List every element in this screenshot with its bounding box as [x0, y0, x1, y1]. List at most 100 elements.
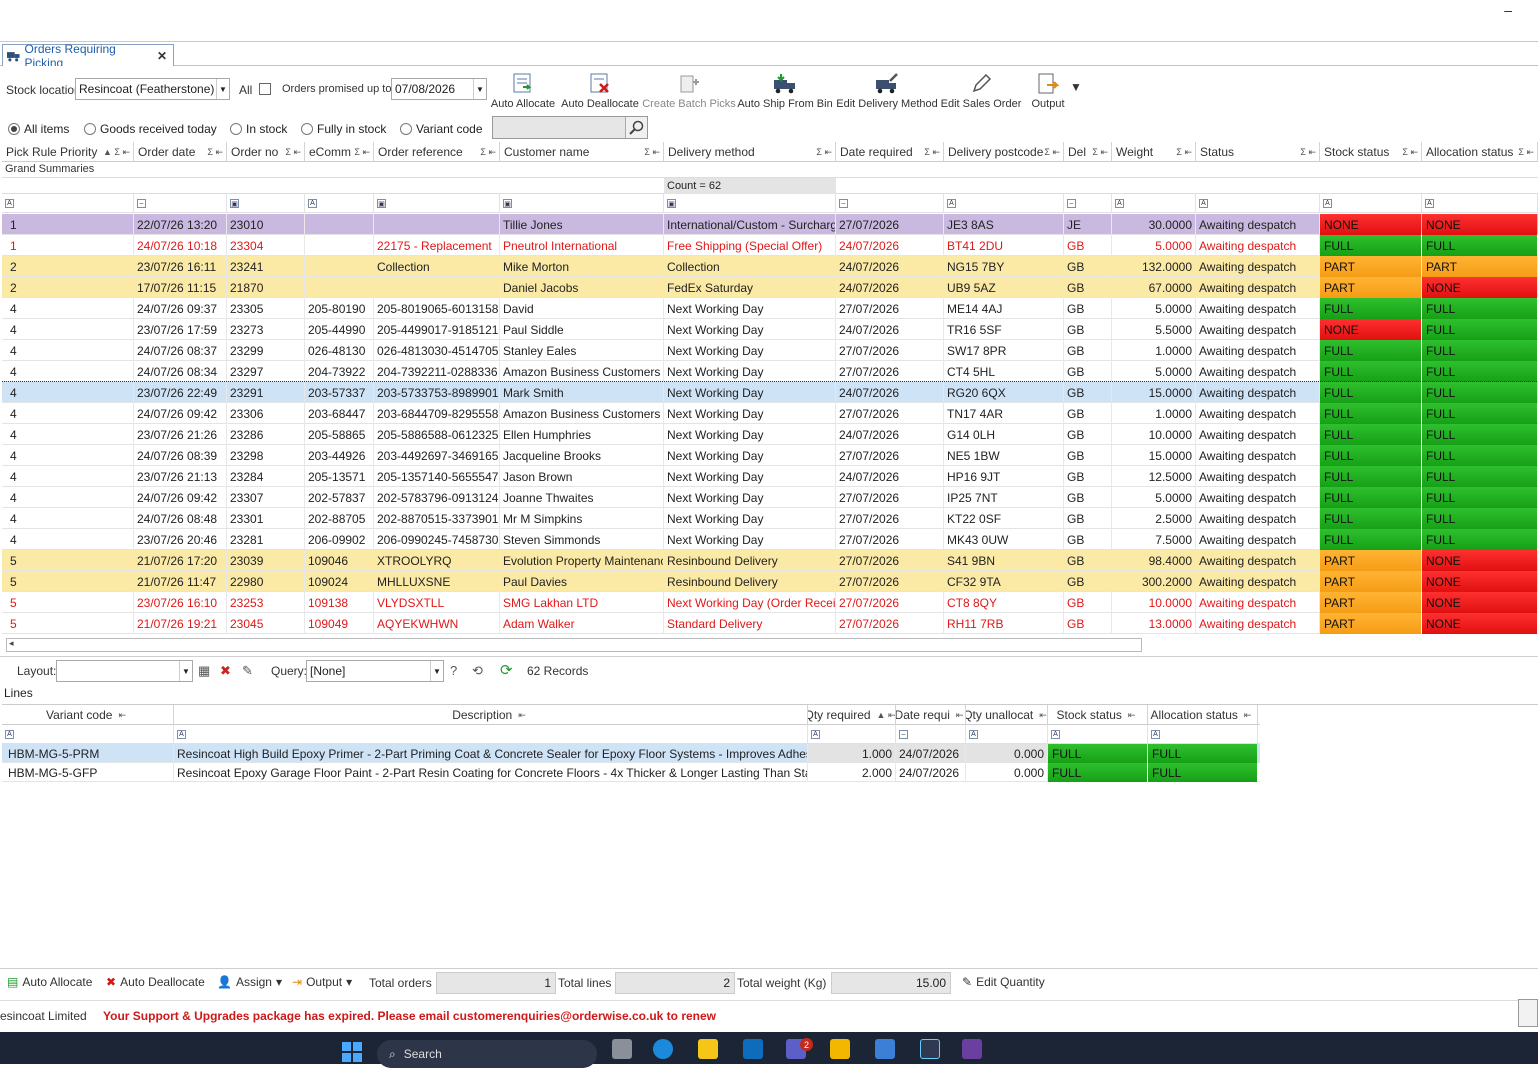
filter-cell[interactable]: A: [944, 194, 1064, 213]
status-output-button[interactable]: ⇥ Output ▾: [292, 975, 352, 989]
filter-operator-icon[interactable]: ▣: [503, 199, 512, 208]
filter-operator-icon[interactable]: A: [1323, 199, 1332, 208]
minimize-button[interactable]: –: [1504, 2, 1512, 18]
sort-sum-icons[interactable]: Σ ⇤: [1402, 147, 1418, 158]
filter-operator-icon[interactable]: –: [137, 199, 146, 208]
edit-layout-icon[interactable]: ✎: [242, 663, 253, 679]
order-row[interactable]: 4 24/07/26 08:34 23297 204-73922 204-7392211…: [2, 361, 1538, 382]
column-header[interactable]: Allocation status Σ ⇤: [1422, 142, 1538, 162]
sort-sum-icons[interactable]: Σ ⇤: [644, 147, 660, 158]
lines-filter-cell[interactable]: A: [1148, 725, 1258, 744]
lines-column-header[interactable]: Description ⇤: [174, 705, 808, 725]
order-row[interactable]: 2 23/07/26 16:11 23241 Collection Mike Morto…: [2, 256, 1538, 277]
column-header[interactable]: Customer name Σ ⇤: [500, 142, 664, 162]
filter-cell[interactable]: –: [1064, 194, 1112, 213]
assign-button[interactable]: 👤 Assign ▾: [217, 975, 282, 989]
lines-filter-cell[interactable]: –: [896, 725, 966, 744]
radio-variant-code[interactable]: Variant code: [400, 122, 483, 136]
orders-promised-date[interactable]: 07/08/2026 ▼: [391, 78, 487, 100]
search-button[interactable]: [625, 117, 647, 138]
lines-column-header[interactable]: Allocation status ⇤: [1148, 705, 1258, 725]
order-row[interactable]: 4 23/07/26 21:13 23284 205-13571 205-1357140…: [2, 466, 1538, 487]
sort-sum-icons[interactable]: Σ ⇤: [1300, 147, 1316, 158]
filter-cell[interactable]: ▣: [374, 194, 500, 213]
app-icon[interactable]: [962, 1039, 982, 1059]
scroll-left-icon[interactable]: ◂: [9, 638, 14, 649]
sort-sum-icons[interactable]: Σ ⇤: [1518, 147, 1534, 158]
filter-operator-icon[interactable]: ▣: [377, 199, 386, 208]
order-row[interactable]: 2 17/07/26 11:15 21870 Daniel Jacobs FedEx S…: [2, 277, 1538, 298]
filter-operator-icon[interactable]: A: [1151, 730, 1160, 739]
edit-quantity-button[interactable]: ✎ Edit Quantity: [962, 975, 1045, 989]
filter-operator-icon[interactable]: –: [839, 199, 848, 208]
cart-icon[interactable]: [1518, 999, 1538, 1027]
notepad-icon[interactable]: [875, 1039, 895, 1059]
filter-operator-icon[interactable]: A: [5, 199, 14, 208]
column-header[interactable]: Status Σ ⇤: [1196, 142, 1320, 162]
lines-filter-cell[interactable]: A: [966, 725, 1048, 744]
column-header[interactable]: Pick Rule Priority ▲ Σ ⇤: [2, 142, 134, 162]
variant-code-search-input[interactable]: [492, 116, 648, 139]
filter-operator-icon[interactable]: A: [1051, 730, 1060, 739]
delete-layout-icon[interactable]: ✖: [220, 663, 231, 679]
order-row[interactable]: 5 21/07/26 19:21 23045 109049 AQYEKWHWN Adam …: [2, 613, 1538, 634]
radio-fully-in-stock[interactable]: Fully in stock: [301, 122, 386, 136]
lines-filter-cell[interactable]: A: [1048, 725, 1148, 744]
auto-deallocate-button[interactable]: Auto Deallocate: [560, 70, 640, 116]
edit-delivery-method-button[interactable]: Edit Delivery Method: [836, 70, 938, 116]
filter-operator-icon[interactable]: A: [308, 199, 317, 208]
stock-location-select[interactable]: Resincoat (Featherstone) ▼: [75, 78, 230, 100]
sort-sum-icons[interactable]: Σ ⇤: [1176, 147, 1192, 158]
orderwise-icon[interactable]: [920, 1039, 940, 1059]
sort-sum-icons[interactable]: Σ ⇤: [1092, 147, 1108, 158]
column-header[interactable]: Del Σ ⇤: [1064, 142, 1112, 162]
filter-operator-icon[interactable]: A: [811, 730, 820, 739]
file-explorer-icon[interactable]: [830, 1039, 850, 1059]
filter-cell[interactable]: A: [1196, 194, 1320, 213]
order-row[interactable]: 4 23/07/26 17:59 23273 205-44990 205-4499017…: [2, 319, 1538, 340]
filter-operator-icon[interactable]: –: [1067, 199, 1076, 208]
sort-sum-icons[interactable]: Σ ⇤: [207, 147, 223, 158]
query-help-icon[interactable]: ?: [450, 663, 457, 678]
column-header[interactable]: Delivery method Σ ⇤: [664, 142, 836, 162]
column-header[interactable]: Weight Σ ⇤: [1112, 142, 1196, 162]
tab-orders-requiring-picking[interactable]: Orders Requiring Picking ✕: [2, 42, 174, 70]
column-pin-icon[interactable]: ⇤: [518, 710, 526, 721]
column-header[interactable]: eComm Σ ⇤: [305, 142, 374, 162]
windows-start-icon[interactable]: [342, 1042, 362, 1062]
refresh-icon[interactable]: ⟳: [500, 661, 513, 679]
filter-cell[interactable]: ▣: [664, 194, 836, 213]
filter-cell[interactable]: ▣: [500, 194, 664, 213]
lines-column-header[interactable]: Variant code ⇤: [2, 705, 174, 725]
lines-column-header[interactable]: Date requi ⇤: [896, 705, 966, 725]
line-row[interactable]: HBM-MG-5-GFP Resincoat Epoxy Garage Floor…: [2, 763, 1260, 782]
sort-sum-icons[interactable]: Σ ⇤: [285, 147, 301, 158]
column-header[interactable]: Delivery postcode Σ ⇤: [944, 142, 1064, 162]
filter-cell[interactable]: A: [2, 194, 134, 213]
close-tab-icon[interactable]: ✕: [157, 49, 167, 63]
auto-allocate-button[interactable]: Auto Allocate: [490, 70, 556, 116]
filter-operator-icon[interactable]: A: [947, 199, 956, 208]
order-row[interactable]: 4 23/07/26 22:49 23291 203-57337 203-5733753…: [2, 381, 1538, 404]
column-header[interactable]: Date required Σ ⇤: [836, 142, 944, 162]
filter-cell[interactable]: A: [1320, 194, 1422, 213]
lines-filter-cell[interactable]: A: [174, 725, 808, 744]
filter-operator-icon[interactable]: A: [969, 730, 978, 739]
save-layout-icon[interactable]: ▦: [198, 663, 210, 679]
edit-sales-order-button[interactable]: Edit Sales Order: [941, 70, 1021, 116]
filter-operator-icon[interactable]: A: [5, 730, 14, 739]
filter-cell[interactable]: ▣: [227, 194, 305, 213]
order-row[interactable]: 5 21/07/26 11:47 22980 109024 MHLLUXSNE Paul …: [2, 571, 1538, 592]
auto-ship-from-bin-button[interactable]: Auto Ship From Bin: [737, 70, 833, 116]
output-button[interactable]: Output: [1028, 70, 1068, 116]
filter-operator-icon[interactable]: –: [899, 730, 908, 739]
column-header[interactable]: Stock status Σ ⇤: [1320, 142, 1422, 162]
column-pin-icon[interactable]: ⇤: [1244, 710, 1252, 721]
create-batch-picks-button[interactable]: Create Batch Picks: [642, 70, 736, 116]
sticky-notes-icon[interactable]: [698, 1039, 718, 1059]
task-view-icon[interactable]: [612, 1039, 632, 1059]
filter-operator-icon[interactable]: A: [1115, 199, 1124, 208]
sort-sum-icons[interactable]: Σ ⇤: [924, 147, 940, 158]
filter-cell[interactable]: –: [836, 194, 944, 213]
edge-icon[interactable]: [653, 1039, 673, 1059]
